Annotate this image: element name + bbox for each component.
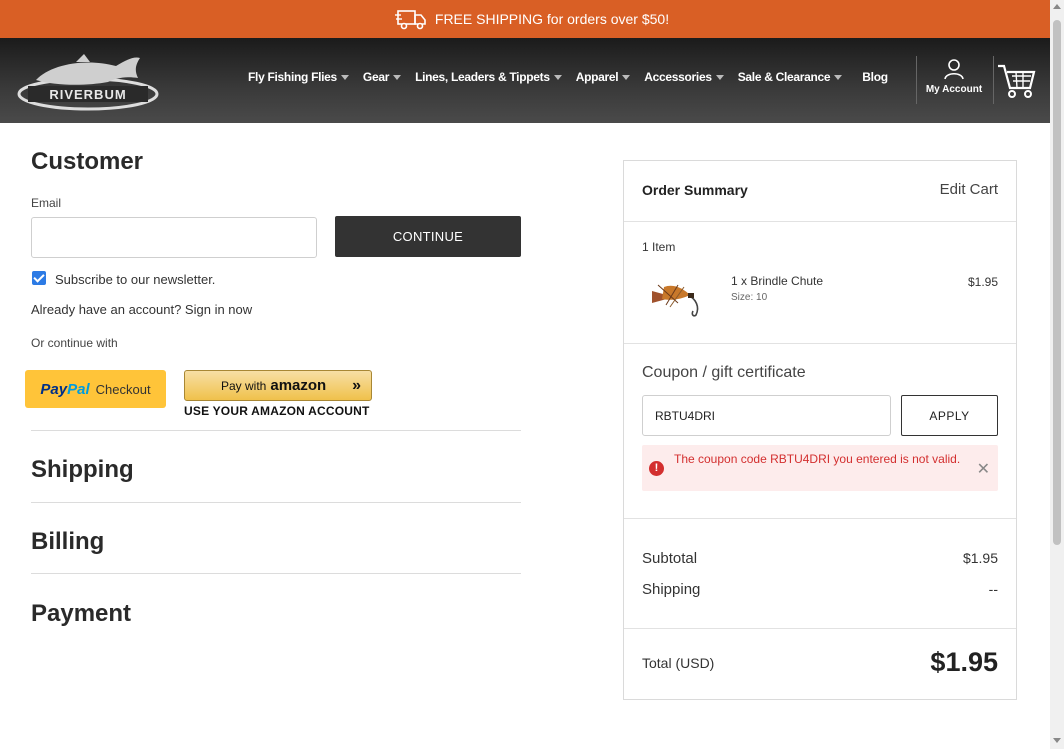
main-nav: Fly Fishing Flies Gear Lines, Leaders & … <box>248 70 902 84</box>
paypal-pay-text: Pay <box>40 380 68 398</box>
billing-heading[interactable]: Billing <box>31 528 104 556</box>
paypal-checkout-button[interactable]: Pay Pal Checkout <box>25 370 166 408</box>
nav-label: Sale & Clearance <box>737 70 831 84</box>
riverbum-logo[interactable]: RIVERBUM <box>16 50 160 112</box>
coupon-input[interactable] <box>642 395 891 436</box>
subtotal-value: $1.95 <box>962 550 998 566</box>
edit-cart-link[interactable]: Edit Cart <box>940 181 998 198</box>
error-icon: ! <box>649 461 664 476</box>
customer-heading: Customer <box>31 148 144 175</box>
scroll-up-arrow-icon[interactable] <box>1053 4 1061 9</box>
nav-blog[interactable]: Blog <box>862 70 888 84</box>
my-account-link[interactable]: My Account <box>918 58 990 95</box>
promo-text: FREE SHIPPING for orders over $50! <box>434 11 670 27</box>
email-label: Email <box>31 196 62 210</box>
newsletter-checkbox[interactable] <box>32 271 46 285</box>
or-continue-label: Or continue with <box>31 336 118 350</box>
logo-text: RIVERBUM <box>49 87 126 102</box>
nav-gear[interactable]: Gear <box>362 70 402 84</box>
product-image <box>652 284 699 317</box>
nav-lines-leaders-tippets[interactable]: Lines, Leaders & Tippets <box>415 70 562 84</box>
header-divider <box>993 56 994 104</box>
nav-label: Gear <box>362 70 390 84</box>
caret-down-icon <box>553 74 562 80</box>
amazon-pay-with-text: Pay with <box>221 378 267 393</box>
subtotal-label: Subtotal <box>642 550 698 567</box>
close-icon[interactable]: ✕ <box>977 459 990 479</box>
section-divider <box>31 430 521 431</box>
newsletter-label[interactable]: Subscribe to our newsletter. <box>55 272 215 287</box>
amazon-logo-text: amazon <box>270 377 327 394</box>
caret-down-icon <box>393 74 402 80</box>
section-divider <box>31 502 521 503</box>
sign-in-link[interactable]: Already have an account? Sign in now <box>31 302 252 317</box>
my-account-label: My Account <box>925 84 983 95</box>
total-value: $1.95 <box>930 647 998 677</box>
caret-down-icon <box>340 74 349 80</box>
item-count: 1 Item <box>642 240 676 254</box>
nav-accessories[interactable]: Accessories <box>644 70 724 84</box>
paypal-pal-text: Pal <box>67 380 90 398</box>
delivery-truck-icon <box>394 10 426 30</box>
site-header: RIVERBUM Fly Fishing Flies Gear Lines, L… <box>0 38 1050 123</box>
paypal-checkout-text: Checkout <box>95 381 151 397</box>
coupon-error-text: The coupon code RBTU4DRI you entered is … <box>674 452 961 466</box>
caret-down-icon <box>834 74 843 80</box>
caret-down-icon <box>715 74 724 80</box>
shopping-cart-icon[interactable] <box>996 60 1036 100</box>
total-label: Total (USD) <box>642 655 715 671</box>
header-divider <box>916 56 917 104</box>
amazon-pay-button[interactable]: Pay with amazon » <box>184 370 372 401</box>
section-divider <box>31 573 521 574</box>
continue-button[interactable]: CONTINUE <box>335 216 521 257</box>
item-name: 1 x Brindle Chute <box>731 274 824 288</box>
email-field[interactable] <box>31 217 317 258</box>
nav-fly-fishing-flies[interactable]: Fly Fishing Flies <box>248 70 349 84</box>
shipping-label: Shipping <box>642 581 701 598</box>
payment-heading[interactable]: Payment <box>31 600 131 628</box>
free-shipping-banner: FREE SHIPPING for orders over $50! <box>0 0 1064 38</box>
summary-divider <box>624 221 1016 222</box>
caret-down-icon <box>622 74 631 80</box>
nav-label: Lines, Leaders & Tippets <box>415 70 550 84</box>
coupon-error-alert: ! The coupon code RBTU4DRI you entered i… <box>642 445 998 491</box>
apply-coupon-button[interactable]: APPLY <box>901 395 998 436</box>
item-price: $1.95 <box>967 275 998 289</box>
order-summary-title: Order Summary <box>642 182 748 198</box>
summary-divider <box>624 518 1016 519</box>
item-size: Size: 10 <box>731 292 768 303</box>
nav-apparel[interactable]: Apparel <box>576 70 631 84</box>
nav-sale-clearance[interactable]: Sale & Clearance <box>738 70 843 84</box>
scroll-down-arrow-icon[interactable] <box>1053 738 1061 743</box>
summary-divider <box>624 628 1016 629</box>
user-icon <box>944 59 964 80</box>
shipping-heading[interactable]: Shipping <box>31 456 134 484</box>
scroll-thumb[interactable] <box>1053 20 1061 545</box>
coupon-heading: Coupon / gift certificate <box>642 364 806 381</box>
nav-label: Apparel <box>575 70 619 84</box>
order-summary-panel: Order Summary Edit Cart 1 Item 1 x Brind… <box>623 160 1017 700</box>
page-scrollbar[interactable] <box>1050 0 1064 749</box>
nav-label: Accessories <box>644 70 712 84</box>
nav-label: Blog <box>862 70 888 84</box>
double-chevron-right-icon: » <box>352 377 361 394</box>
nav-label: Fly Fishing Flies <box>248 70 337 84</box>
summary-divider <box>624 343 1016 344</box>
shipping-value: -- <box>988 581 998 597</box>
amazon-account-label: USE YOUR AMAZON ACCOUNT <box>184 404 370 418</box>
